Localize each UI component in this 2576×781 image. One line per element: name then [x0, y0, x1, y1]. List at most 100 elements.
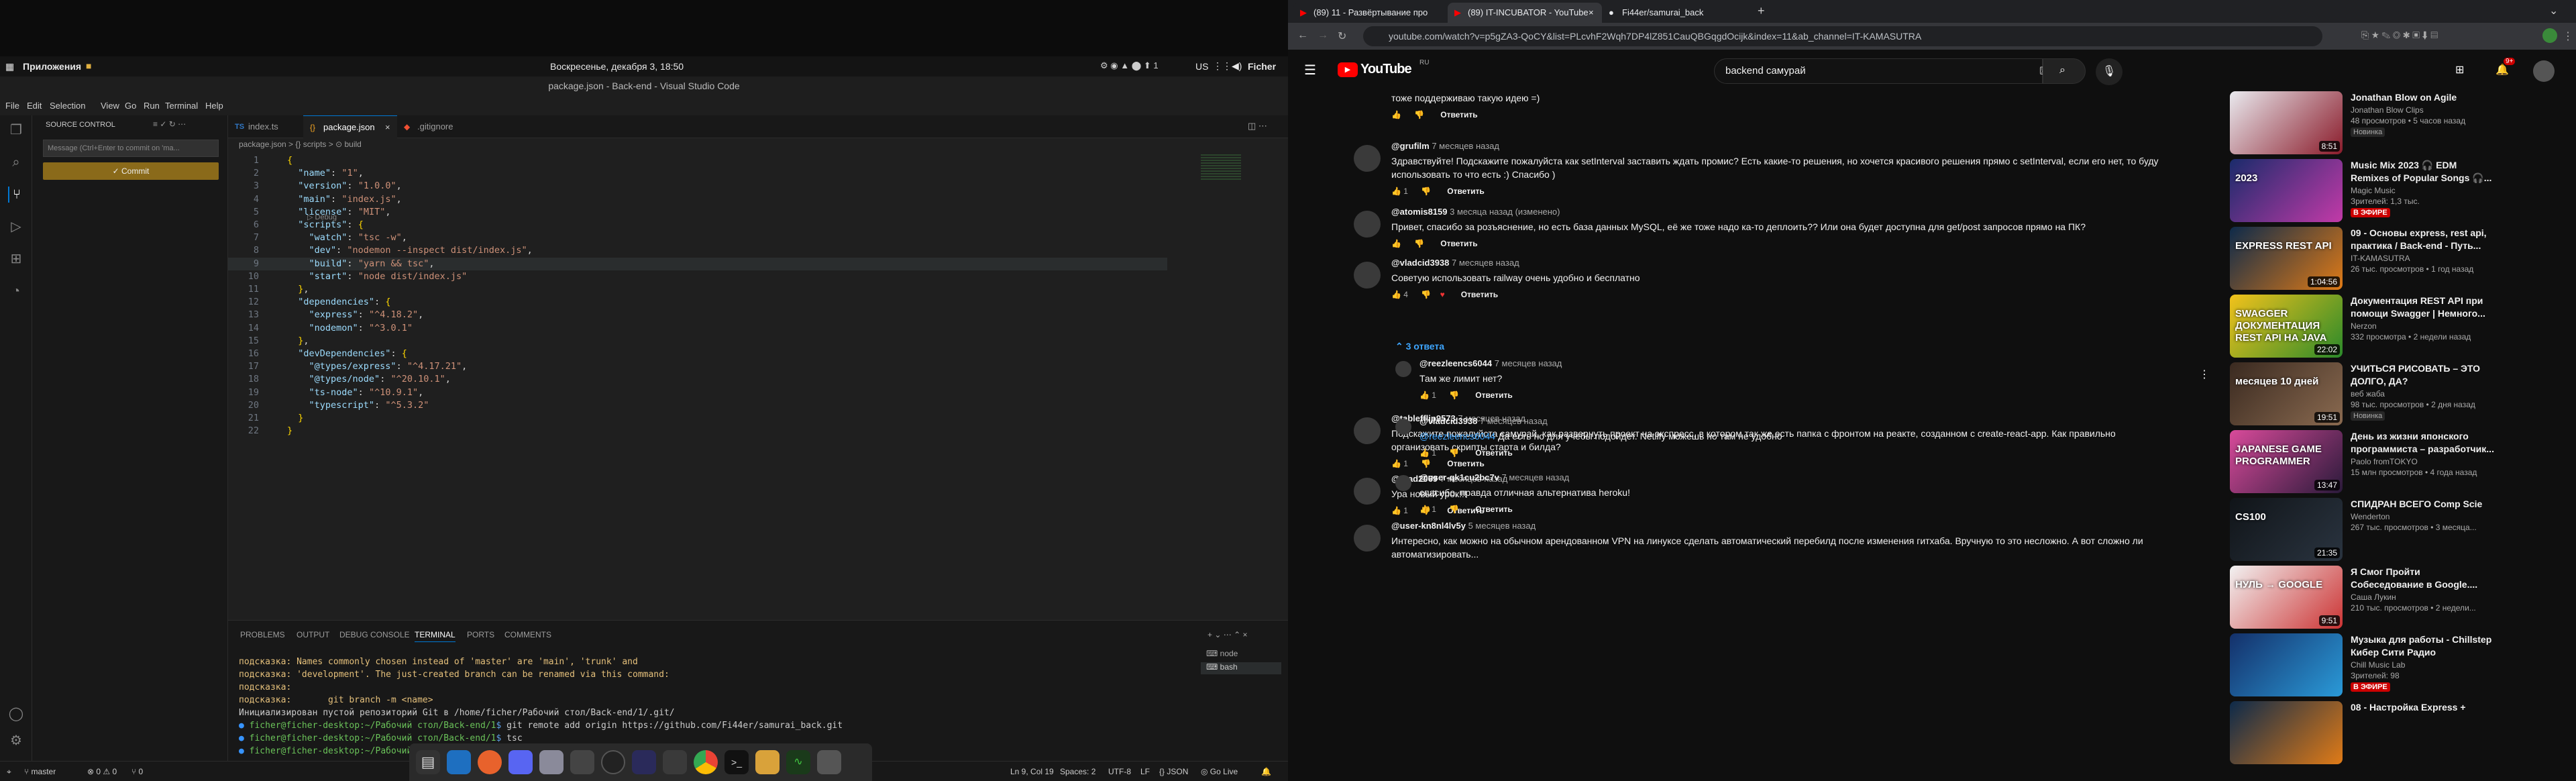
menu-terminal[interactable]: Terminal	[165, 101, 198, 111]
recommended-video[interactable]: Музыка для работы - Chillstep Кибер Сити …	[2227, 633, 2576, 698]
comment-avatar[interactable]	[1354, 211, 1381, 238]
author-name[interactable]: @user-qk1cu2bc7v	[1419, 472, 1502, 482]
reply-button[interactable]: Ответить	[1440, 239, 1477, 248]
reply-button[interactable]: Ответить	[1461, 290, 1498, 299]
code-line[interactable]: 3 "version": "1.0.0",	[228, 180, 1167, 193]
notifications-icon[interactable]: 🔔	[1261, 767, 1271, 776]
video-title[interactable]: Кибер Сити Радио	[2351, 646, 2512, 659]
reply-button[interactable]: Ответить	[1447, 187, 1484, 196]
notifications-bell-icon[interactable]: 🔔	[2496, 63, 2509, 76]
recommended-video[interactable]: JAPANESE GAME PROGRAMMER 13:47 День из жиз…	[2227, 430, 2576, 494]
video-title[interactable]: Собеседование в Google....	[2351, 578, 2512, 591]
menu-file[interactable]: File	[5, 101, 19, 111]
printer-app-icon[interactable]	[570, 750, 594, 774]
tray-icons[interactable]: ⚙ ◉ ▲ ⬤ ⬆ 1	[1100, 60, 1159, 71]
comment-author[interactable]: @vladcid3938 7 месяцев назад	[1391, 258, 1519, 268]
close-icon[interactable]: ×	[385, 116, 390, 139]
dislike-button[interactable]: 👎	[1419, 187, 1431, 196]
author-name[interactable]: @reezleencs6044	[1419, 358, 1495, 368]
video-thumbnail[interactable]: 2023	[2230, 159, 2343, 222]
like-button[interactable]: 👍	[1391, 290, 1403, 299]
code-line[interactable]: 5 "license": "MIT",	[228, 206, 1167, 219]
code-line[interactable]: 11 },	[228, 283, 1167, 296]
tab-gitignore[interactable]: ◆ .gitignore	[397, 115, 484, 138]
video-title[interactable]: Remixes of Popular Songs 🎧...	[2351, 172, 2512, 185]
code-line[interactable]: 10 "start": "node dist/index.js"	[228, 270, 1167, 283]
terminal-session-bash[interactable]: ⌨ bash	[1201, 662, 1281, 674]
video-title[interactable]: программиста – разработчик...	[2351, 443, 2512, 456]
search-icon[interactable]: ⌕	[8, 154, 24, 170]
video-title[interactable]: 09 - Основы express, rest api,	[2351, 227, 2512, 240]
video-title[interactable]: Jonathan Blow on Agile	[2351, 91, 2512, 104]
recommended-video[interactable]: 08 - Настройка Express +	[2227, 701, 2576, 766]
menu-selection[interactable]: Selection	[50, 101, 85, 111]
channel-name[interactable]: Nerzon	[2351, 321, 2377, 331]
forward-icon[interactable]: →	[1318, 30, 1328, 42]
youtube-wordmark[interactable]: YouTube	[1360, 62, 1412, 77]
video-thumbnail[interactable]	[2230, 701, 2343, 764]
channel-name[interactable]: Chill Music Lab	[2351, 660, 2405, 670]
comment-avatar[interactable]	[1354, 525, 1381, 552]
terminal-app-icon[interactable]: ▤	[416, 750, 440, 774]
code-line[interactable]: 15 },	[228, 335, 1167, 348]
commit-message-input[interactable]: Message (Ctrl+Enter to commit on 'ma...	[43, 140, 219, 157]
browser-tab-3[interactable]: ● Fi44er/samurai_back	[1602, 3, 1750, 23]
code-line[interactable]: 21 }	[228, 412, 1167, 425]
video-title[interactable]: СПИДРАН ВСЕГО Comp Scie	[2351, 498, 2512, 511]
video-title[interactable]: помощи Swagger | Немного...	[2351, 307, 2512, 320]
video-title[interactable]: УЧИТЬСЯ РИСОВАТЬ – ЭТО	[2351, 362, 2512, 375]
volume-icon[interactable]: ◀)	[1232, 60, 1242, 72]
show-apps-icon[interactable]	[817, 750, 841, 774]
tab-comments[interactable]: COMMENTS	[504, 630, 551, 639]
mention-link[interactable]: @reezleencs6044	[1419, 431, 1495, 441]
recommended-video[interactable]: месяцев 10 дней 19:51 УЧИТЬСЯ РИСОВАТЬ – Э…	[2227, 362, 2576, 427]
channel-name[interactable]: Wenderton	[2351, 512, 2390, 521]
close-icon[interactable]: ×	[1589, 3, 1594, 23]
video-thumbnail[interactable]	[2230, 633, 2343, 696]
comment-menu-icon[interactable]: ⋮	[2199, 368, 2210, 381]
keyboard-layout[interactable]: US	[1195, 61, 1208, 72]
panel-actions[interactable]: + ⌄ ⋯ ⌃ ×	[1208, 630, 1247, 639]
create-video-icon[interactable]: ⊞	[2455, 63, 2464, 76]
code-line[interactable]: 19 "ts-node": "^10.9.1",	[228, 386, 1167, 399]
video-thumbnail[interactable]: CS100 21:35	[2230, 498, 2343, 561]
code-line[interactable]: 7 "watch": "tsc -w",	[228, 231, 1167, 244]
url-field[interactable]: youtube.com/watch?v=p5gZA3-QoCY&list=PLc…	[1363, 26, 2322, 46]
reply-button[interactable]: Ответить	[1440, 110, 1477, 119]
menu-view[interactable]: View	[101, 101, 119, 111]
tab-ports[interactable]: PORTS	[467, 630, 494, 639]
comment-author[interactable]: @grufilm 7 месяцев назад	[1391, 141, 1499, 151]
sidebar-actions[interactable]: ≡ ✓ ↻ ⋯	[153, 119, 186, 129]
menu-edit[interactable]: Edit	[27, 101, 42, 111]
recommended-video[interactable]: SWAGGER ДОКУМЕНТАЦИЯ REST API НА JAVA 22:…	[2227, 295, 2576, 359]
author-name[interactable]: @vladcid3938	[1419, 416, 1480, 426]
source-control-icon[interactable]: ⑂	[8, 187, 24, 203]
dislike-button[interactable]: 👎	[1447, 448, 1459, 458]
comment-avatar[interactable]	[1354, 145, 1381, 172]
recommended-video[interactable]: EXPRESS REST API 1:04:56 09 - Основы expre…	[2227, 227, 2576, 291]
video-title[interactable]: практика / Back-end - Путь...	[2351, 240, 2512, 252]
language-mode[interactable]: {} JSON	[1159, 767, 1188, 776]
remote-icon[interactable]: ◔	[8, 283, 24, 299]
code-line[interactable]: 18 "@types/node": "^20.10.1",	[228, 373, 1167, 386]
replies-toggle[interactable]: ⌃ 3 ответа	[1395, 341, 1444, 352]
extensions-icon[interactable]: ⊞	[8, 251, 24, 267]
menu-go[interactable]: Go	[125, 101, 136, 111]
vscode-app-icon[interactable]	[447, 750, 471, 774]
tab-package-json[interactable]: {} package.json ×	[303, 115, 397, 138]
code-line[interactable]: 17 "@types/express": "^4.17.21",	[228, 360, 1167, 373]
tab-index-ts[interactable]: TS index.ts	[228, 115, 303, 138]
author-name[interactable]: @grufilm	[1391, 141, 1432, 151]
video-title[interactable]: 08 - Настройка Express +	[2351, 701, 2512, 714]
run-debug-icon[interactable]: ▷	[8, 219, 24, 235]
tab-terminal[interactable]: TERMINAL	[415, 630, 455, 642]
minimap[interactable]	[1201, 154, 1241, 181]
code-line[interactable]: 4 "main": "index.js",	[228, 193, 1167, 206]
comment-author[interactable]: @atomis8159 3 месяца назад (изменено)	[1391, 207, 1560, 217]
code-line[interactable]: 8 "dev": "nodemon --inspect dist/index.j…	[228, 244, 1167, 257]
dislike-button[interactable]: 👎	[1447, 505, 1459, 514]
account-icon[interactable]: ◯	[8, 706, 24, 722]
apps-menu[interactable]: Приложения	[23, 61, 81, 72]
reply-author[interactable]: @vladcid3938 7 месяцев назад	[1419, 416, 1548, 426]
video-title[interactable]: Music Mix 2023 🎧 EDM	[2351, 159, 2512, 172]
